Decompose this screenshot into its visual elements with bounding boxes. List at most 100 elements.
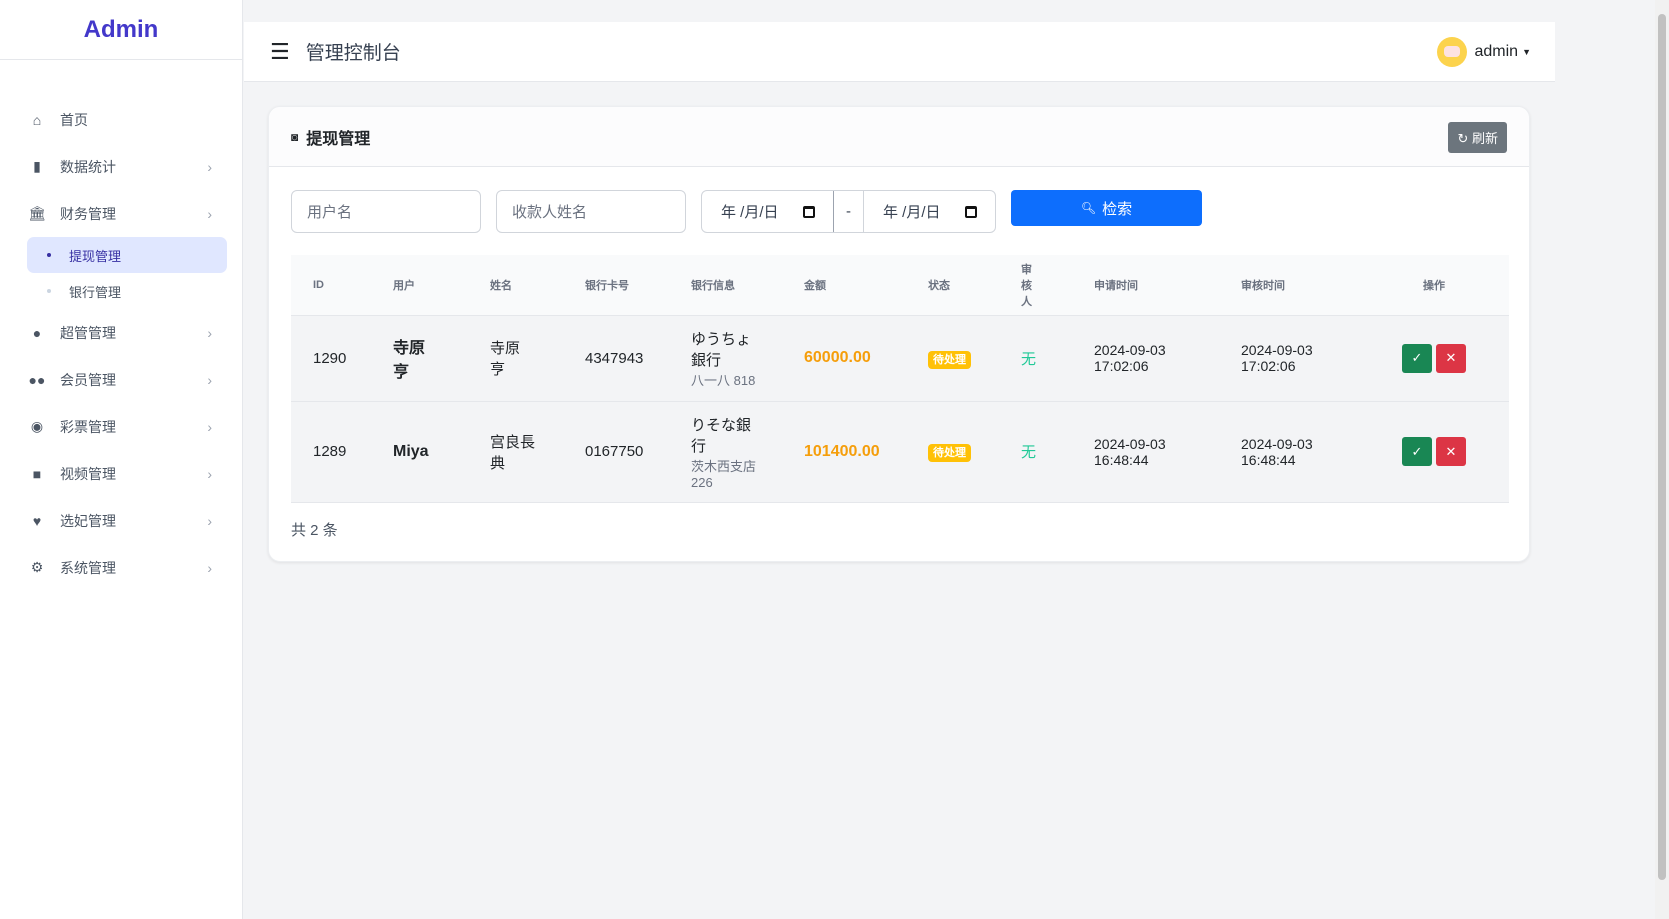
reject-button[interactable]: ✕ [1436, 437, 1466, 466]
cell-name: 寺原亨 [468, 315, 563, 401]
sidebar-item-video[interactable]: ■视频管理› [0, 450, 242, 497]
logo: Admin [0, 0, 242, 60]
bullet-icon [47, 289, 51, 293]
cell-status: 待处理 [906, 401, 999, 502]
user-menu[interactable]: admin ▼ [1437, 37, 1532, 67]
chevron-right-icon: › [207, 513, 212, 529]
sidebar-item-admins[interactable]: ●超管管理› [0, 309, 242, 356]
chevron-right-icon: › [207, 419, 212, 435]
bank-icon: 🏛 [28, 205, 46, 223]
cell-reviewer: 无 [999, 401, 1072, 502]
status-badge: 待处理 [928, 444, 971, 462]
sidebar-subitem-label: 银行管理 [69, 282, 121, 301]
col-name: 姓名 [468, 255, 563, 315]
bank-name: ゆうちょ銀行 [691, 328, 755, 370]
sidebar-item-home[interactable]: ⌂首页 [0, 96, 242, 143]
total-count: 共 2 条 [291, 519, 338, 540]
name-text: 寺原亨 [490, 337, 524, 379]
users-icon: ●● [28, 371, 46, 389]
date-range: 年 /月/日 - 年 /月/日 [701, 190, 996, 233]
page-title: 管理控制台 [306, 38, 401, 65]
table-row: 1290 寺原亨 寺原亨 4347943 ゆうちょ銀行八一八 818 60000… [291, 315, 1509, 401]
sidebar-item-selection[interactable]: ♥选妃管理› [0, 497, 242, 544]
menu-icon[interactable]: ☰ [270, 39, 290, 65]
sidebar-item-label: 数据统计 [60, 157, 116, 177]
cell-name: 宫良長典 [468, 401, 563, 502]
sidebar-subitem-label: 提现管理 [69, 246, 121, 265]
user-text: 寺原亨 [393, 334, 427, 382]
gamepad-icon: ◉ [28, 418, 46, 436]
date-placeholder: 年 /月/日 [721, 201, 779, 222]
cell-bank: りそな銀行茨木西支店 226 [669, 401, 782, 502]
calendar-icon[interactable] [803, 206, 815, 218]
end-date-input[interactable]: 年 /月/日 [864, 191, 995, 232]
calendar-icon[interactable] [965, 206, 977, 218]
sidebar-subitem-withdraw[interactable]: 提现管理 [27, 237, 227, 273]
sidebar-nav: ⌂首页 ▮ 数据统计 › 🏛 财务管理 › 提现管理 银行管理 ●超管管理› ●●会员管… [0, 60, 242, 591]
cell-actions: ✓✕ [1359, 315, 1509, 401]
sidebar-item-lottery[interactable]: ◉彩票管理› [0, 403, 242, 450]
refresh-icon: ↻ [1457, 131, 1472, 146]
name-text: 宫良長典 [490, 431, 540, 473]
col-amount: 金额 [782, 255, 906, 315]
bank-branch: 八一八 818 [691, 370, 782, 389]
sidebar-item-system[interactable]: ⚙系统管理› [0, 544, 242, 591]
chevron-right-icon: › [207, 325, 212, 341]
user-icon: ● [28, 324, 46, 342]
chevron-right-icon: › [207, 560, 212, 576]
date-placeholder: 年 /月/日 [883, 201, 941, 222]
payee-name-input[interactable]: 收款人姓名 [496, 190, 686, 233]
status-badge: 待处理 [928, 351, 971, 369]
cell-bank: ゆうちょ銀行八一八 818 [669, 315, 782, 401]
video-icon: ■ [28, 465, 46, 483]
scrollbar-thumb[interactable] [1658, 14, 1666, 880]
cell-status: 待处理 [906, 315, 999, 401]
reject-button[interactable]: ✕ [1436, 344, 1466, 373]
sidebar-item-label: 财务管理 [60, 204, 116, 224]
home-icon: ⌂ [28, 111, 46, 129]
money-icon: ◙ [291, 130, 298, 144]
table-row: 1289 Miya 宫良長典 0167750 りそな銀行茨木西支店 226 10… [291, 401, 1509, 502]
time-text: 16:48:44 [1094, 452, 1219, 468]
card-header: ◙ 提现管理 ↻ 刷新 [269, 107, 1529, 167]
avatar [1437, 37, 1467, 67]
scrollbar[interactable] [1655, 0, 1669, 919]
search-button[interactable]: 🔍︎检索 [1011, 190, 1202, 226]
start-date-input[interactable]: 年 /月/日 [702, 191, 833, 232]
cell-apply-time: 2024-09-0316:48:44 [1072, 401, 1219, 502]
cell-amount: 60000.00 [782, 315, 906, 401]
bank-branch: 茨木西支店 226 [691, 456, 761, 490]
chevron-right-icon: › [207, 466, 212, 482]
sidebar-item-members[interactable]: ●●会员管理› [0, 356, 242, 403]
search-icon: 🔍︎ [1081, 201, 1096, 215]
bank-name: りそな銀行 [691, 414, 755, 456]
cell-reviewer: 无 [999, 315, 1072, 401]
username-input[interactable]: 用户名 [291, 190, 481, 233]
top-header: ☰ 管理控制台 admin ▼ [244, 22, 1555, 82]
gear-icon: ⚙ [28, 559, 46, 577]
bullet-icon [47, 253, 51, 257]
refresh-button[interactable]: ↻ 刷新 [1448, 122, 1507, 153]
time-text: 17:02:06 [1241, 358, 1359, 374]
col-status: 状态 [906, 255, 999, 315]
col-bank: 银行信息 [669, 255, 782, 315]
col-apply-time: 申请时间 [1072, 255, 1219, 315]
sidebar-subitem-bank[interactable]: 银行管理 [27, 273, 227, 309]
col-actions: 操作 [1359, 255, 1509, 315]
col-id: ID [291, 255, 371, 315]
chart-icon: ▮ [28, 158, 46, 176]
username: admin [1475, 43, 1519, 61]
user-text: Miya [393, 443, 468, 461]
sidebar-item-finance[interactable]: 🏛 财务管理 › [0, 190, 242, 237]
refresh-label: 刷新 [1472, 131, 1498, 146]
sidebar-item-stats[interactable]: ▮数据统计› [0, 143, 242, 190]
time-text: 16:48:44 [1241, 452, 1359, 468]
approve-button[interactable]: ✓ [1402, 344, 1432, 373]
cell-user: Miya [371, 401, 468, 502]
approve-button[interactable]: ✓ [1402, 437, 1432, 466]
col-reviewer: 审核人 [999, 255, 1072, 315]
date-text: 2024-09-03 [1241, 342, 1359, 358]
date-separator: - [833, 191, 864, 232]
cell-apply-time: 2024-09-0317:02:06 [1072, 315, 1219, 401]
chevron-right-icon: › [207, 206, 212, 222]
